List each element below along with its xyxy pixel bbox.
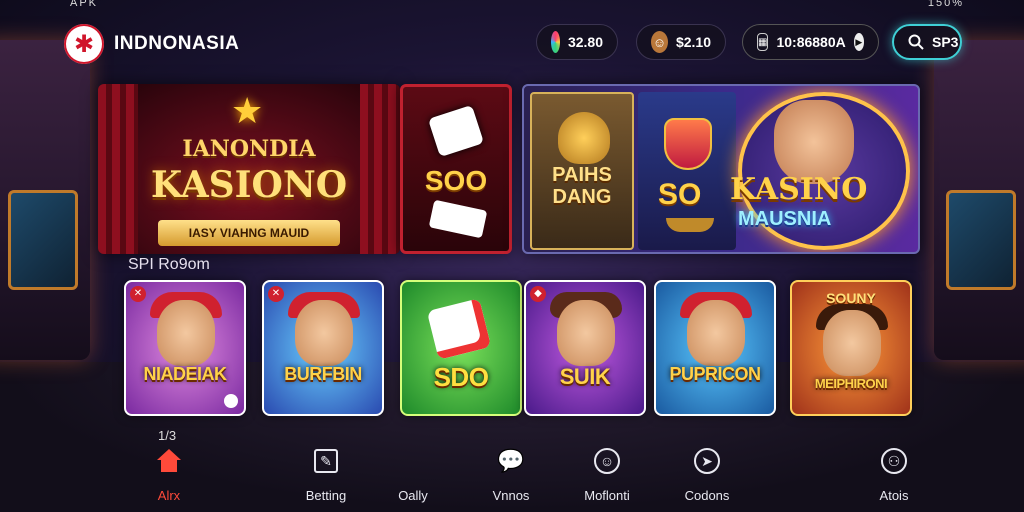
status-bar: APK 150%	[0, 0, 1024, 12]
feature-title: KASINO	[730, 172, 868, 207]
game-name: SDO	[433, 362, 489, 392]
info-icon	[224, 394, 238, 408]
nav-label: Oally	[398, 488, 428, 503]
lion-icon	[558, 112, 610, 164]
game-card-2[interactable]: ✕ BURFBIN	[262, 280, 384, 416]
banner-tagline: IASY VIAHNG MAUID	[158, 220, 340, 246]
lantern-icon	[664, 118, 712, 170]
nav-oally[interactable]: Oally	[368, 446, 458, 503]
main-promo-banner[interactable]: ★ IANONDIA KASIONO IASY VIAHNG MAUID	[98, 84, 400, 254]
compass-icon: ➤	[694, 448, 720, 474]
search-icon	[908, 33, 924, 51]
nav-atois[interactable]: ⚇ Atois	[849, 446, 939, 503]
dice-icon	[427, 104, 485, 158]
balance-value-2: $2.10	[675, 34, 711, 50]
game-card-3[interactable]: SDO	[400, 280, 522, 416]
game-card-5[interactable]: PUPRICON	[654, 280, 776, 416]
game-card-4[interactable]: ◆ SUIK	[524, 280, 646, 416]
nav-label: Betting	[305, 488, 347, 503]
nav-label: Vnnos	[492, 488, 530, 503]
balance-pill-1[interactable]: 32.80	[536, 24, 618, 60]
game-card-6[interactable]: SOUNY MEIPHIRONI	[790, 280, 912, 416]
smile-icon: ☺	[594, 448, 620, 474]
nav-betting[interactable]: ✎ Betting	[281, 446, 371, 503]
game-name: BURFBIN	[284, 364, 362, 384]
profile-icon: ⚇	[881, 448, 907, 474]
arcade-machine-right	[934, 40, 1024, 360]
nav-label: Atois	[879, 488, 909, 503]
game-name: SUIK	[559, 364, 611, 389]
balance-value-1: 32.80	[567, 34, 603, 50]
dice-promo-banner[interactable]: SOO	[400, 84, 512, 254]
slot-tile-lion[interactable]: PAIHS DANG	[530, 92, 634, 250]
section-title: SPI Ro9om	[128, 256, 210, 273]
game-name: NIADEIAK	[143, 364, 227, 384]
character-face	[157, 300, 215, 366]
cards-icon	[428, 199, 488, 239]
slot-tile-lion-label: PAIHS DANG	[552, 164, 612, 208]
featured-slots-banner[interactable]: PAIHS DANG SO KASINO MAUSNIA	[522, 84, 920, 254]
close-icon[interactable]: ✕	[130, 286, 146, 302]
slot-tile-lamp[interactable]: SO	[638, 92, 736, 250]
brand-name: INDNONASIA	[114, 33, 240, 54]
status-right: 150%	[927, 0, 964, 9]
brand-logo[interactable]: ✱ INDNONASIA	[64, 24, 239, 64]
nav-label: Moflonti	[584, 488, 630, 503]
close-icon[interactable]: ✕	[268, 286, 284, 302]
character-face	[823, 310, 881, 376]
wallet-value: 10:86880A	[776, 34, 846, 50]
page-indicator: 1/3	[158, 428, 177, 443]
dice-icon	[426, 298, 492, 360]
character-face	[557, 300, 615, 366]
star-icon: ★	[231, 90, 264, 131]
wallet-icon: ▦	[757, 33, 769, 51]
nav-home[interactable]: Alrx	[124, 446, 214, 503]
game-name: MEIPHIRONI	[814, 376, 888, 391]
prize-wheel-icon	[551, 31, 560, 53]
nav-codons[interactable]: ➤ Codons	[662, 446, 752, 503]
home-icon	[156, 449, 182, 473]
edit-icon: ✎	[314, 449, 338, 473]
bottom-nav: Alrx ✎ Betting Oally 💬 Vnnos ☺ Moflonti …	[0, 446, 1024, 512]
character-face	[295, 300, 353, 366]
status-left: APK	[70, 0, 99, 9]
nav-label: Alrx	[157, 488, 181, 503]
dice-banner-label: SOO	[424, 165, 488, 196]
slot-tile-lamp-label: SO	[658, 178, 702, 211]
bookmark-icon[interactable]: ◆	[530, 286, 546, 302]
banner-title-top: IANONDIA	[182, 136, 316, 162]
avatar-icon: ☺	[651, 31, 668, 53]
wallet-pill[interactable]: ▦ 10:86880A ▶	[742, 24, 879, 60]
character-face	[687, 300, 745, 366]
brand-mark-icon: ✱	[64, 24, 104, 64]
nav-label: Codons	[684, 488, 730, 503]
game-name: PUPRICON	[669, 364, 761, 384]
balance-pill-2[interactable]: ☺ $2.10	[636, 24, 726, 60]
nav-vnnos[interactable]: 💬 Vnnos	[466, 446, 556, 503]
arcade-machine-left	[0, 40, 90, 360]
banner-title: KASIONO	[150, 164, 348, 206]
chat-icon: 💬	[497, 448, 525, 473]
nav-moflonti[interactable]: ☺ Moflonti	[562, 446, 652, 503]
boat-icon	[666, 218, 714, 232]
search-label: SP3	[932, 34, 959, 50]
search-button[interactable]: SP3	[892, 24, 962, 60]
play-icon[interactable]: ▶	[853, 33, 864, 51]
game-card-1[interactable]: ✕ NIADEIAK	[124, 280, 246, 416]
feature-subtitle: MAUSNIA	[738, 208, 832, 230]
